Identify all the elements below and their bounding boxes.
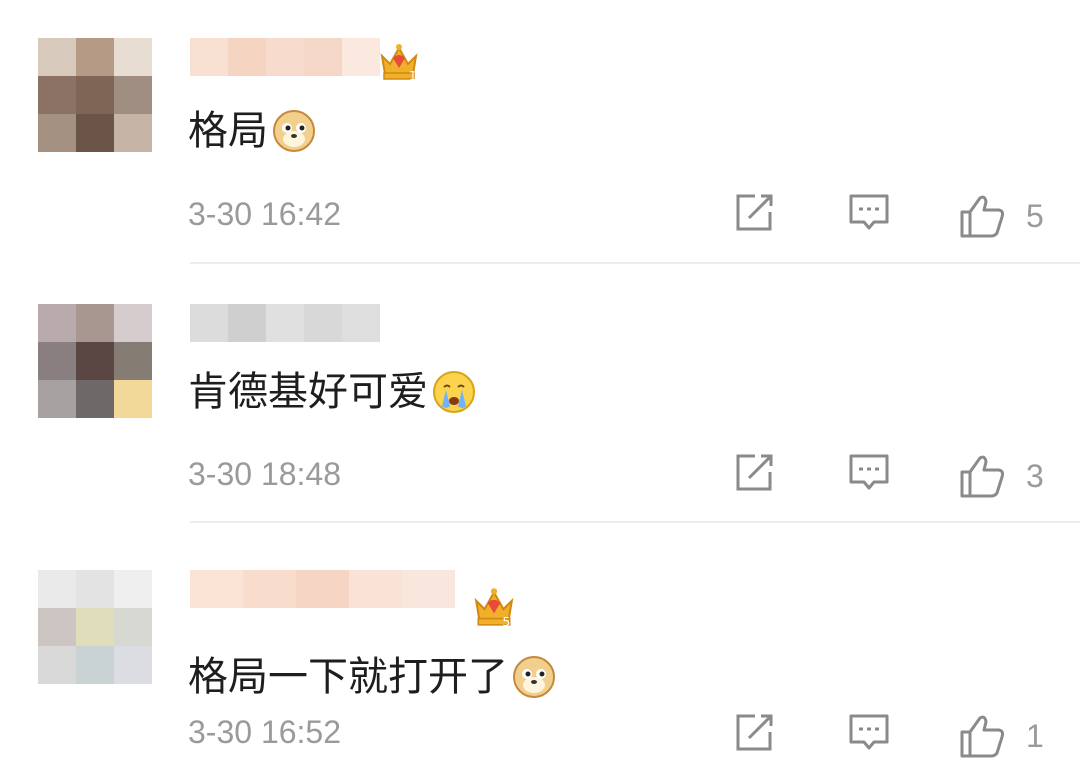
reply-button[interactable] <box>848 452 890 492</box>
like-button[interactable]: 3 <box>958 452 1044 500</box>
comment-icon <box>849 714 889 750</box>
comment-item: 5 格局一下就打开了 3-30 16:52 1 <box>0 524 1080 780</box>
share-button[interactable] <box>733 452 775 494</box>
reply-button[interactable] <box>848 192 890 232</box>
doge-emoji-icon <box>273 110 315 152</box>
doge-emoji-icon <box>513 656 555 698</box>
comment-icon <box>849 194 889 230</box>
avatar[interactable] <box>38 38 152 152</box>
comment-timestamp: 3-30 16:42 <box>188 196 342 232</box>
share-icon <box>736 454 773 491</box>
avatar[interactable] <box>38 304 152 418</box>
comment-icon <box>849 454 889 490</box>
share-icon <box>736 714 773 751</box>
comment-timestamp: 3-30 18:48 <box>188 456 342 492</box>
comment-item: 肯德基好可爱 3-30 18:48 3 <box>0 264 1080 522</box>
divider <box>190 521 1080 523</box>
share-icon <box>736 194 773 231</box>
like-count: 1 <box>1026 718 1044 754</box>
crying-face-emoji-icon <box>433 371 475 413</box>
like-button[interactable]: 5 <box>958 192 1044 240</box>
share-button[interactable] <box>733 192 775 234</box>
comment-timestamp: 3-30 16:52 <box>188 714 342 750</box>
thumbs-up-icon <box>960 195 1005 238</box>
svg-text:1: 1 <box>409 69 417 82</box>
username-blurred[interactable] <box>190 38 380 76</box>
thumbs-up-icon <box>960 715 1005 758</box>
like-button[interactable]: 1 <box>958 712 1044 760</box>
avatar[interactable] <box>38 570 152 684</box>
comment-text: 格局一下就打开了 <box>188 652 556 702</box>
crown-badge-icon: 5 <box>474 588 514 628</box>
share-button[interactable] <box>733 712 775 754</box>
thumbs-up-icon <box>960 455 1005 498</box>
reply-button[interactable] <box>848 712 890 752</box>
comment-text: 格局 <box>188 106 316 156</box>
comment-text: 肯德基好可爱 <box>188 367 476 417</box>
crown-badge-icon: 1 <box>380 44 418 82</box>
username-blurred[interactable] <box>190 304 380 342</box>
comment-item: 1 格局 3-30 16:42 5 <box>0 0 1080 262</box>
like-count: 3 <box>1026 458 1044 494</box>
svg-text:5: 5 <box>502 614 510 628</box>
username-blurred[interactable] <box>190 570 455 608</box>
like-count: 5 <box>1026 198 1044 234</box>
